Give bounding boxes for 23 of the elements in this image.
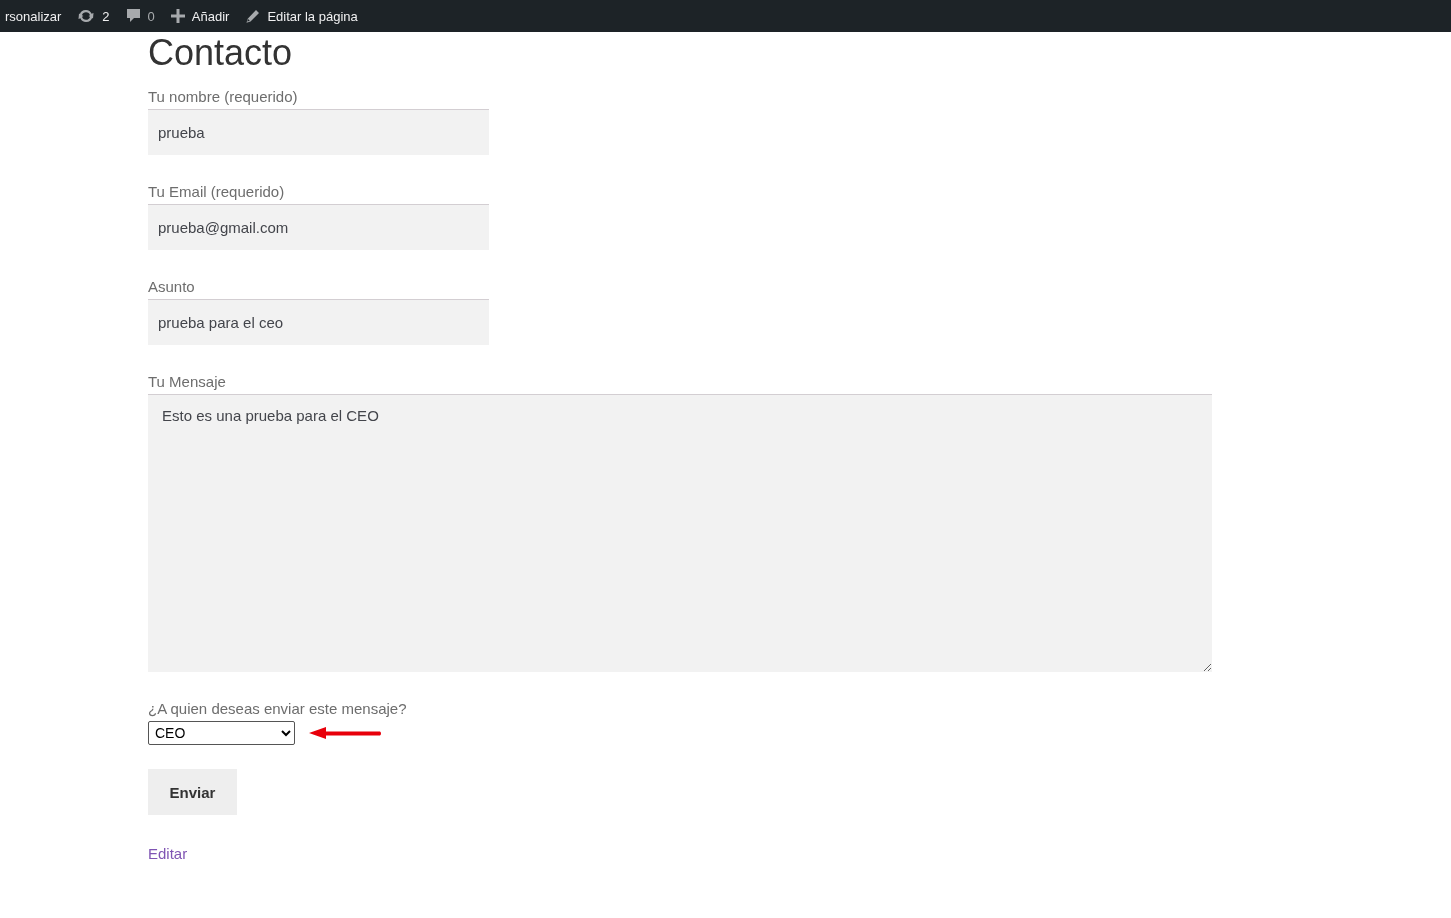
pencil-icon	[245, 8, 261, 24]
comments-link[interactable]: 0	[117, 0, 163, 32]
input-field[interactable]: prueba para el ceo	[148, 299, 489, 345]
input-field[interactable]: prueba	[148, 109, 489, 155]
edit-page-link[interactable]: Editar la página	[237, 0, 366, 32]
field-label: ¿A quien deseas enviar este mensaje?	[148, 699, 407, 719]
field-label: Asunto	[148, 277, 195, 297]
field-label: Tu Mensaje	[148, 372, 226, 392]
page-title: Contacto	[148, 33, 293, 73]
plus-icon	[170, 9, 185, 23]
message-field[interactable]: Esto es una prueba para el CEO	[148, 394, 1212, 672]
customize-link[interactable]: rsonalizar	[0, 0, 70, 32]
updates-link[interactable]: 2	[69, 0, 118, 32]
speech-bubble-icon	[125, 8, 141, 24]
refresh-icon	[77, 8, 96, 24]
recipient-dropdown[interactable]: CEO	[148, 721, 295, 745]
edit-link[interactable]: Editar	[148, 845, 188, 862]
arrow-icon	[309, 726, 383, 740]
input-field[interactable]: prueba@gmail.com	[148, 204, 489, 250]
field-label: Tu Email (requerido)	[148, 182, 285, 202]
field-label: Tu nombre (requerido)	[148, 87, 298, 107]
send-button[interactable]: Enviar	[148, 769, 237, 815]
add-new-link[interactable]: Añadir	[162, 0, 238, 32]
